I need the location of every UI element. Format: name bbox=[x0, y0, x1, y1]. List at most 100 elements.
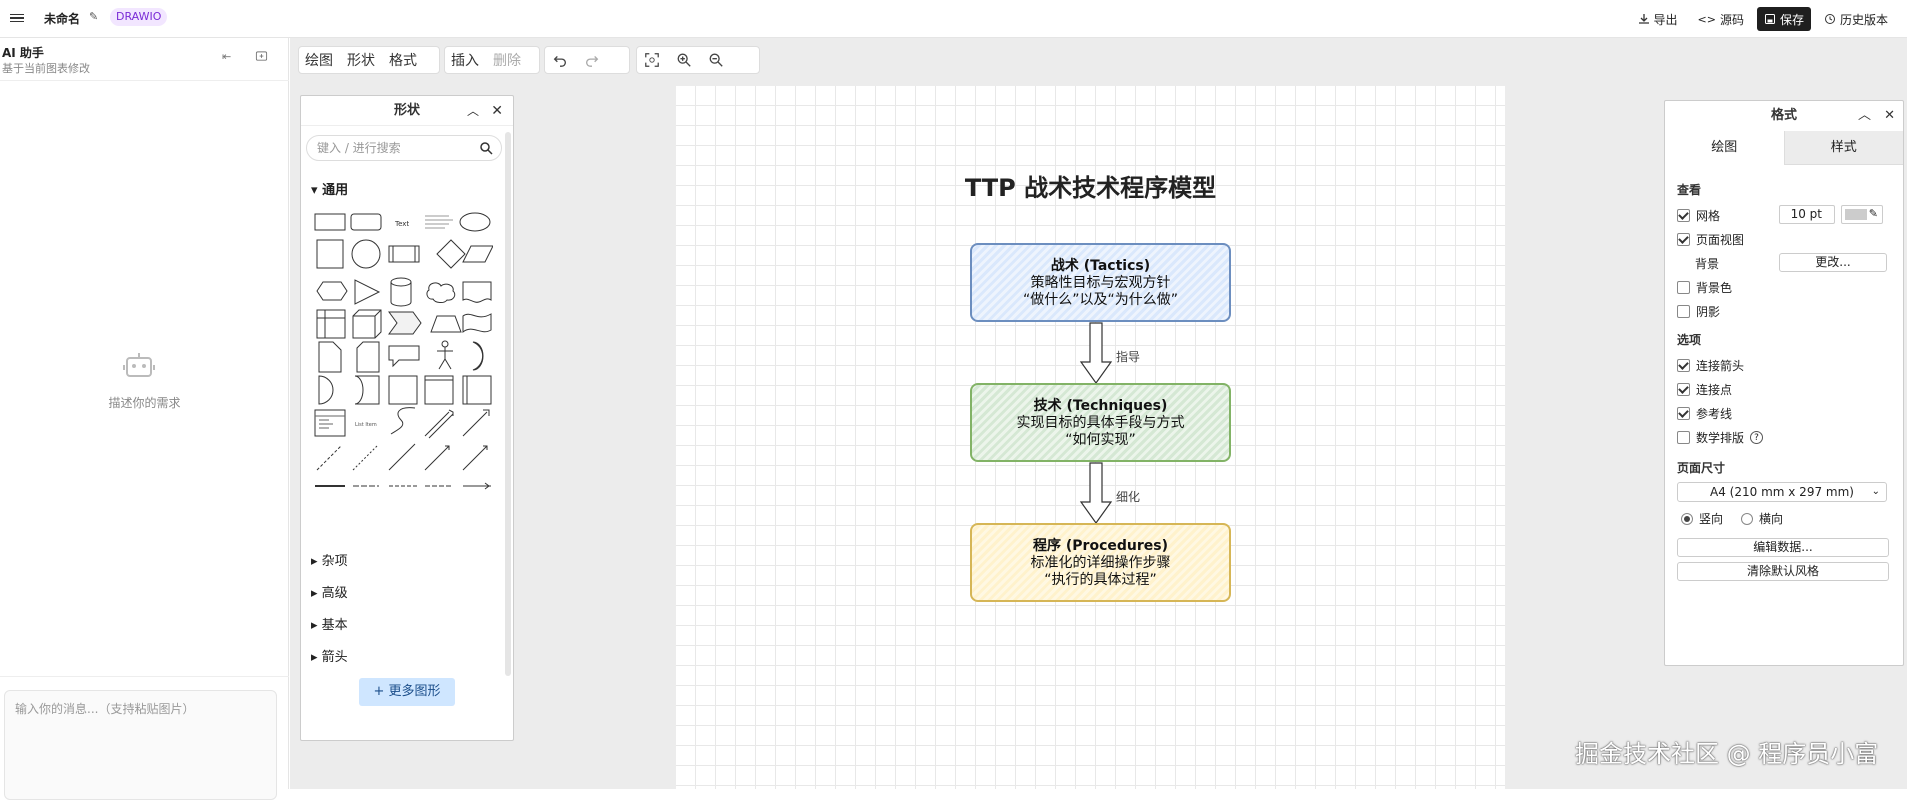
format-tabs: 绘图 样式 bbox=[1665, 131, 1903, 165]
edit-data-button[interactable]: 编辑数据... bbox=[1677, 538, 1889, 557]
connection-points-option[interactable]: 连接点 bbox=[1677, 381, 1732, 398]
grid-option[interactable]: 网格 bbox=[1677, 207, 1720, 224]
source-label: 源码 bbox=[1719, 12, 1744, 27]
tactics-node[interactable]: 战术 (Tactics) 策略性目标与宏观方针 “做什么”以及“为什么做” bbox=[970, 243, 1231, 322]
page-size-label: 页面尺寸 bbox=[1677, 461, 1726, 475]
edit-title-icon[interactable]: ✎ bbox=[89, 10, 98, 23]
menu-icon[interactable] bbox=[10, 11, 24, 25]
section-general[interactable]: ▾ 通用 bbox=[311, 179, 348, 198]
procedures-node[interactable]: 程序 (Procedures) 标准化的详细操作步骤 “执行的具体过程” bbox=[970, 523, 1231, 602]
chat-divider bbox=[0, 676, 289, 677]
shape-menu[interactable]: 形状 bbox=[347, 50, 375, 70]
history-label: 历史版本 bbox=[1839, 12, 1888, 27]
format-badge: DRAWIO bbox=[110, 8, 168, 26]
redo-icon[interactable] bbox=[583, 51, 601, 69]
zoom-in-icon[interactable] bbox=[675, 51, 693, 69]
section-arrows[interactable]: ▸ 箭头 bbox=[311, 646, 348, 665]
background-label: 背景 bbox=[1695, 257, 1720, 271]
tab-diagram[interactable]: 绘图 bbox=[1665, 131, 1784, 165]
shapes-panel: 形状 ︿ ✕ 键入 / 进行搜索 ▾ 通用 Text List Item ▸ 杂… bbox=[300, 95, 514, 741]
page-size-select[interactable]: A4 (210 mm x 297 mm) ⌄ bbox=[1677, 482, 1887, 502]
connection-arrows-label: 连接箭头 bbox=[1696, 359, 1745, 373]
guides-option[interactable]: 参考线 bbox=[1677, 405, 1732, 422]
shape-search-input[interactable]: 键入 / 进行搜索 bbox=[306, 135, 502, 161]
diagram-page[interactable]: TTP 战术技术程序模型 战术 (Tactics) 策略性目标与宏观方针 “做什… bbox=[676, 86, 1505, 789]
format-panel-title: 格式 bbox=[1770, 108, 1797, 123]
fit-screen-icon[interactable] bbox=[643, 51, 661, 69]
ai-empty-hint: 描述你的需求 bbox=[108, 396, 181, 410]
section-misc[interactable]: ▸ 杂项 bbox=[311, 550, 348, 569]
tab-style[interactable]: 样式 bbox=[1783, 131, 1903, 165]
collapse-sidebar-icon[interactable]: ⇤ bbox=[222, 50, 236, 64]
techniques-node[interactable]: 技术 (Techniques) 实现目标的具体手段与方式 “如何实现” bbox=[970, 383, 1231, 462]
document-title[interactable]: 未命名 bbox=[44, 10, 80, 27]
connection-arrows-option[interactable]: 连接箭头 bbox=[1677, 357, 1744, 374]
bg-color-option[interactable]: 背景色 bbox=[1677, 279, 1732, 296]
export-label: 导出 bbox=[1653, 12, 1678, 27]
more-shapes-button[interactable]: + 更多图形 bbox=[359, 678, 455, 706]
draw-menu[interactable]: 绘图 bbox=[305, 50, 333, 70]
connection-points-checkbox[interactable] bbox=[1677, 383, 1690, 396]
save-label: 保存 bbox=[1779, 12, 1804, 27]
grid-size-input[interactable]: 10 pt bbox=[1779, 205, 1835, 224]
math-option[interactable]: 数学排版? bbox=[1677, 429, 1764, 446]
collapse-panel-icon[interactable]: ︿ bbox=[467, 96, 479, 126]
page-view-checkbox[interactable] bbox=[1677, 233, 1690, 246]
section-advanced[interactable]: ▸ 高级 bbox=[311, 582, 348, 601]
search-icon bbox=[480, 142, 493, 155]
chevron-down-icon: ⌄ bbox=[1871, 486, 1880, 497]
svg-text:Text: Text bbox=[394, 220, 409, 228]
collapse-format-icon[interactable]: ︿ bbox=[1858, 101, 1871, 131]
refine-arrow[interactable] bbox=[1079, 462, 1113, 524]
grid-checkbox[interactable] bbox=[1677, 209, 1690, 222]
shadow-checkbox[interactable] bbox=[1677, 305, 1690, 318]
grid-label: 网格 bbox=[1696, 209, 1721, 223]
tactics-node-line1: 策略性目标与宏观方针 bbox=[1030, 275, 1171, 291]
zoom-out-icon[interactable] bbox=[707, 51, 725, 69]
connection-arrows-checkbox[interactable] bbox=[1677, 359, 1690, 372]
section-basic[interactable]: ▸ 基本 bbox=[311, 614, 348, 633]
shadow-label: 阴影 bbox=[1696, 305, 1721, 319]
tactics-node-line2: “做什么”以及“为什么做” bbox=[1022, 292, 1178, 308]
new-chat-icon[interactable] bbox=[255, 50, 269, 64]
landscape-radio[interactable] bbox=[1741, 512, 1754, 525]
page-view-option[interactable]: 页面视图 bbox=[1677, 231, 1744, 248]
ai-assistant-title: AI 助手 bbox=[2, 46, 44, 60]
history-button[interactable]: 历史版本 bbox=[1817, 7, 1895, 31]
guide-edge-label[interactable]: 指导 bbox=[1116, 348, 1140, 365]
refine-edge-label[interactable]: 细化 bbox=[1116, 488, 1140, 505]
help-icon[interactable]: ? bbox=[1750, 431, 1764, 444]
undo-icon[interactable] bbox=[551, 51, 569, 69]
section-basic-label: 基本 bbox=[321, 618, 348, 633]
view-toolbar-group: 绘图 形状 格式 bbox=[298, 46, 440, 74]
guides-label: 参考线 bbox=[1696, 407, 1733, 421]
procedures-node-line1: 标准化的详细操作步骤 bbox=[1030, 555, 1171, 571]
guides-checkbox[interactable] bbox=[1677, 407, 1690, 420]
clear-default-style-button[interactable]: 清除默认风格 bbox=[1677, 562, 1889, 581]
history-toolbar-group bbox=[544, 46, 630, 74]
chat-input[interactable]: 输入你的消息...（支持粘贴图片） bbox=[4, 690, 277, 800]
diagram-title[interactable]: TTP 战术技术程序模型 bbox=[676, 168, 1505, 203]
export-button[interactable]: 导出 bbox=[1631, 7, 1685, 31]
change-background-button[interactable]: 更改... bbox=[1779, 253, 1887, 272]
delete-button[interactable]: 删除 bbox=[493, 50, 521, 70]
zoom-toolbar-group bbox=[636, 46, 760, 74]
format-panel-header: 格式 ︿ ✕ bbox=[1665, 101, 1903, 131]
shadow-option[interactable]: 阴影 bbox=[1677, 303, 1720, 320]
source-button[interactable]: <> 源码 bbox=[1691, 7, 1751, 31]
save-button[interactable]: 保存 bbox=[1756, 7, 1811, 31]
bg-color-checkbox[interactable] bbox=[1677, 281, 1690, 294]
insert-menu[interactable]: 插入 bbox=[451, 50, 479, 70]
shape-palette[interactable]: Text List Item bbox=[313, 204, 493, 524]
math-checkbox[interactable] bbox=[1677, 431, 1690, 444]
shapes-scrollbar[interactable] bbox=[505, 132, 511, 676]
close-panel-icon[interactable]: ✕ bbox=[491, 96, 503, 126]
section-arrows-label: 箭头 bbox=[321, 650, 348, 665]
save-icon bbox=[1764, 14, 1775, 24]
portrait-radio[interactable] bbox=[1681, 512, 1693, 525]
grid-color-picker[interactable]: ✎ bbox=[1841, 205, 1883, 224]
robot-icon bbox=[123, 353, 155, 377]
close-format-icon[interactable]: ✕ bbox=[1884, 101, 1895, 131]
guide-arrow[interactable] bbox=[1079, 322, 1113, 384]
format-menu[interactable]: 格式 bbox=[389, 50, 417, 70]
